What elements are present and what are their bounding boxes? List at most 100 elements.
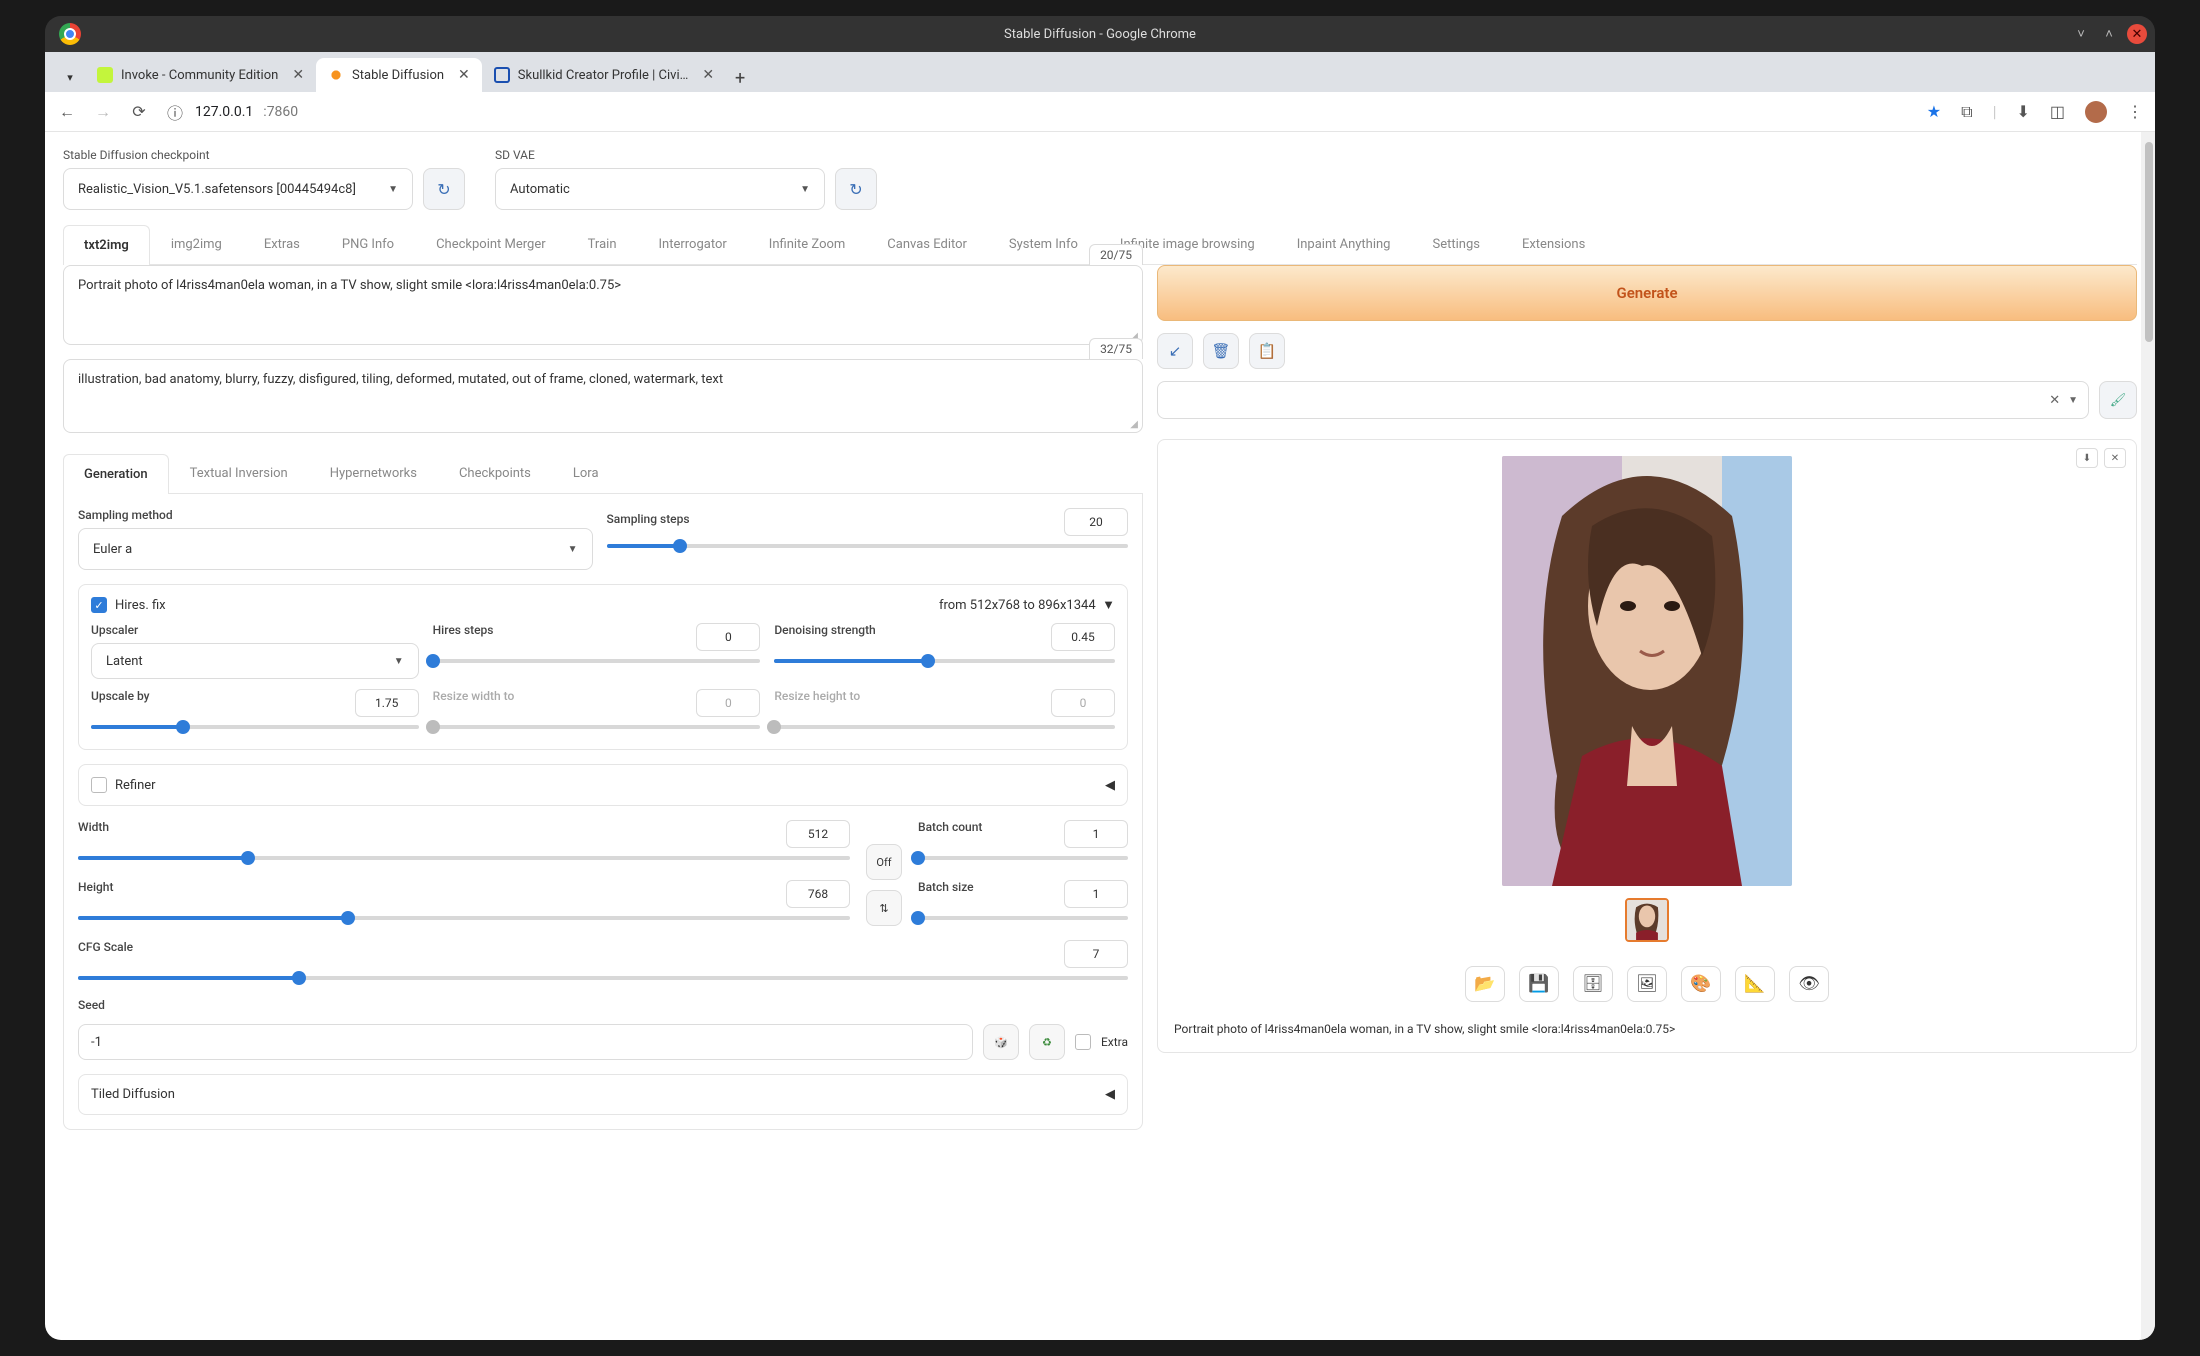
upscale-by-slider[interactable] [91, 717, 419, 737]
prompt-input[interactable]: 20/75 Portrait photo of l4riss4man0ela w… [63, 265, 1143, 345]
recycle-button[interactable]: ♻ [1029, 1024, 1065, 1060]
preview-button[interactable]: 👁 [1789, 966, 1829, 1002]
tab-train[interactable]: Train [567, 224, 638, 264]
open-folder-button[interactable]: 📂 [1465, 966, 1505, 1002]
tab-stable-diffusion[interactable]: Stable Diffusion ✕ [316, 58, 482, 92]
subtab-textual-inversion[interactable]: Textual Inversion [169, 453, 309, 493]
tab-img2img[interactable]: img2img [150, 224, 243, 264]
new-tab-button[interactable]: + [726, 64, 754, 92]
resize-handle-icon[interactable]: ◢ [1130, 419, 1138, 430]
close-tab-icon[interactable]: ✕ [292, 67, 304, 83]
sdvae-select[interactable]: Automatic ▼ [495, 168, 825, 210]
height-slider[interactable] [78, 908, 850, 928]
refiner-checkbox[interactable] [91, 777, 107, 793]
tab-interrogator[interactable]: Interrogator [638, 224, 748, 264]
reload-icon[interactable]: ⟳ [129, 102, 149, 121]
close-tab-icon[interactable]: ✕ [458, 67, 470, 83]
save-button[interactable]: 💾 [1519, 966, 1559, 1002]
tab-dropdown-icon[interactable]: ▾ [55, 62, 85, 92]
height-input[interactable]: 768 [786, 880, 850, 908]
styles-select[interactable]: ✕▼ [1157, 381, 2089, 419]
hires-steps-slider[interactable] [433, 651, 761, 671]
interrupt-button[interactable]: ↙ [1157, 333, 1193, 369]
kebab-menu-icon[interactable]: ⋮ [2127, 102, 2143, 121]
sampling-steps-input[interactable]: 20 [1064, 508, 1128, 536]
tab-canvas-editor[interactable]: Canvas Editor [866, 224, 988, 264]
send-extras-button[interactable]: 📐 [1735, 966, 1775, 1002]
tab-invoke[interactable]: Invoke - Community Edition ✕ [85, 58, 316, 92]
hires-fix-checkbox[interactable]: ✓ [91, 597, 107, 613]
extra-checkbox[interactable] [1075, 1034, 1091, 1050]
forward-icon[interactable]: → [93, 102, 113, 122]
download-image-icon[interactable]: ⬇ [2076, 448, 2098, 468]
seed-input[interactable]: -1 [78, 1024, 973, 1060]
dimension-off-button[interactable]: Off [866, 844, 902, 880]
cfg-label: CFG Scale [78, 940, 133, 962]
tab-extras[interactable]: Extras [243, 224, 321, 264]
generate-button[interactable]: Generate [1157, 265, 2137, 321]
zip-button[interactable]: 🗄 [1573, 966, 1613, 1002]
width-input[interactable]: 512 [786, 820, 850, 848]
tab-civitai[interactable]: Skullkid Creator Profile | Civi… ✕ [482, 58, 726, 92]
width-label: Width [78, 820, 109, 842]
send-inpaint-button[interactable]: 🎨 [1681, 966, 1721, 1002]
site-info-icon[interactable]: ⓘ [165, 100, 185, 124]
negative-prompt-input[interactable]: 32/75 illustration, bad anatomy, blurry,… [63, 359, 1143, 433]
batch-size-slider[interactable] [918, 908, 1128, 928]
extension-icon[interactable]: ⧉ [1961, 102, 1972, 122]
batch-size-input[interactable]: 1 [1064, 880, 1128, 908]
address-bar[interactable]: ⓘ 127.0.0.1:7860 [165, 100, 298, 124]
tab-checkpoint-merger[interactable]: Checkpoint Merger [415, 224, 567, 264]
refiner-collapse-icon[interactable]: ◀ [1105, 778, 1115, 793]
tab-system-info[interactable]: System Info [988, 224, 1099, 264]
denoise-slider[interactable] [774, 651, 1115, 671]
hires-steps-input[interactable]: 0 [696, 623, 760, 651]
window-minimize-icon[interactable]: ˅ [2071, 24, 2091, 44]
swap-dimensions-button[interactable]: ⇅ [866, 890, 902, 926]
page-scrollbar[interactable] [2141, 132, 2155, 1340]
sampling-steps-slider[interactable] [607, 536, 1129, 556]
subtab-checkpoints[interactable]: Checkpoints [438, 453, 552, 493]
subtab-hypernetworks[interactable]: Hypernetworks [309, 453, 438, 493]
download-icon[interactable]: ⬇ [2016, 102, 2029, 121]
sampling-method-select[interactable]: Euler a ▼ [78, 528, 593, 570]
result-thumbnail[interactable] [1625, 898, 1669, 942]
width-slider[interactable] [78, 848, 850, 868]
sidepanel-icon[interactable]: ◫ [2050, 102, 2065, 121]
resize-w-input[interactable]: 0 [696, 689, 760, 717]
close-tab-icon[interactable]: ✕ [702, 67, 714, 83]
denoise-input[interactable]: 0.45 [1051, 623, 1115, 651]
batch-count-input[interactable]: 1 [1064, 820, 1128, 848]
tiled-collapse-icon[interactable]: ◀ [1105, 1087, 1115, 1102]
profile-avatar[interactable] [2085, 101, 2107, 123]
window-maximize-icon[interactable]: ˄ [2099, 24, 2119, 44]
dice-button[interactable]: 🎲 [983, 1024, 1019, 1060]
refresh-checkpoint-button[interactable]: ↻ [423, 168, 465, 210]
clear-prompt-button[interactable]: 🗑 [1203, 333, 1239, 369]
checkpoint-select[interactable]: Realistic_Vision_V5.1.safetensors [00445… [63, 168, 413, 210]
batch-count-slider[interactable] [918, 848, 1128, 868]
tab-settings[interactable]: Settings [1412, 224, 1501, 264]
result-image[interactable] [1502, 456, 1792, 886]
back-icon[interactable]: ← [57, 102, 77, 122]
window-close-icon[interactable]: ✕ [2127, 24, 2147, 44]
tab-inpaint-anything[interactable]: Inpaint Anything [1276, 224, 1412, 264]
send-img2img-button[interactable]: 🖼 [1627, 966, 1667, 1002]
tab-txt2img[interactable]: txt2img [63, 225, 150, 265]
refresh-vae-button[interactable]: ↻ [835, 168, 877, 210]
cfg-input[interactable]: 7 [1064, 940, 1128, 968]
tab-pnginfo[interactable]: PNG Info [321, 224, 415, 264]
close-result-icon[interactable]: ✕ [2104, 448, 2126, 468]
cfg-slider[interactable] [78, 968, 1128, 988]
result-metadata: Portrait photo of l4riss4man0ela woman, … [1174, 1022, 1675, 1036]
subtab-lora[interactable]: Lora [552, 453, 620, 493]
bookmark-star-icon[interactable]: ★ [1927, 102, 1941, 121]
paste-button[interactable]: 📋 [1249, 333, 1285, 369]
resize-h-input[interactable]: 0 [1051, 689, 1115, 717]
tab-infinite-zoom[interactable]: Infinite Zoom [748, 224, 867, 264]
subtab-generation[interactable]: Generation [63, 454, 169, 494]
tab-extensions[interactable]: Extensions [1501, 224, 1606, 264]
edit-styles-button[interactable]: 🖌 [2099, 381, 2137, 419]
upscale-by-input[interactable]: 1.75 [355, 689, 419, 717]
upscaler-select[interactable]: Latent ▼ [91, 643, 419, 679]
